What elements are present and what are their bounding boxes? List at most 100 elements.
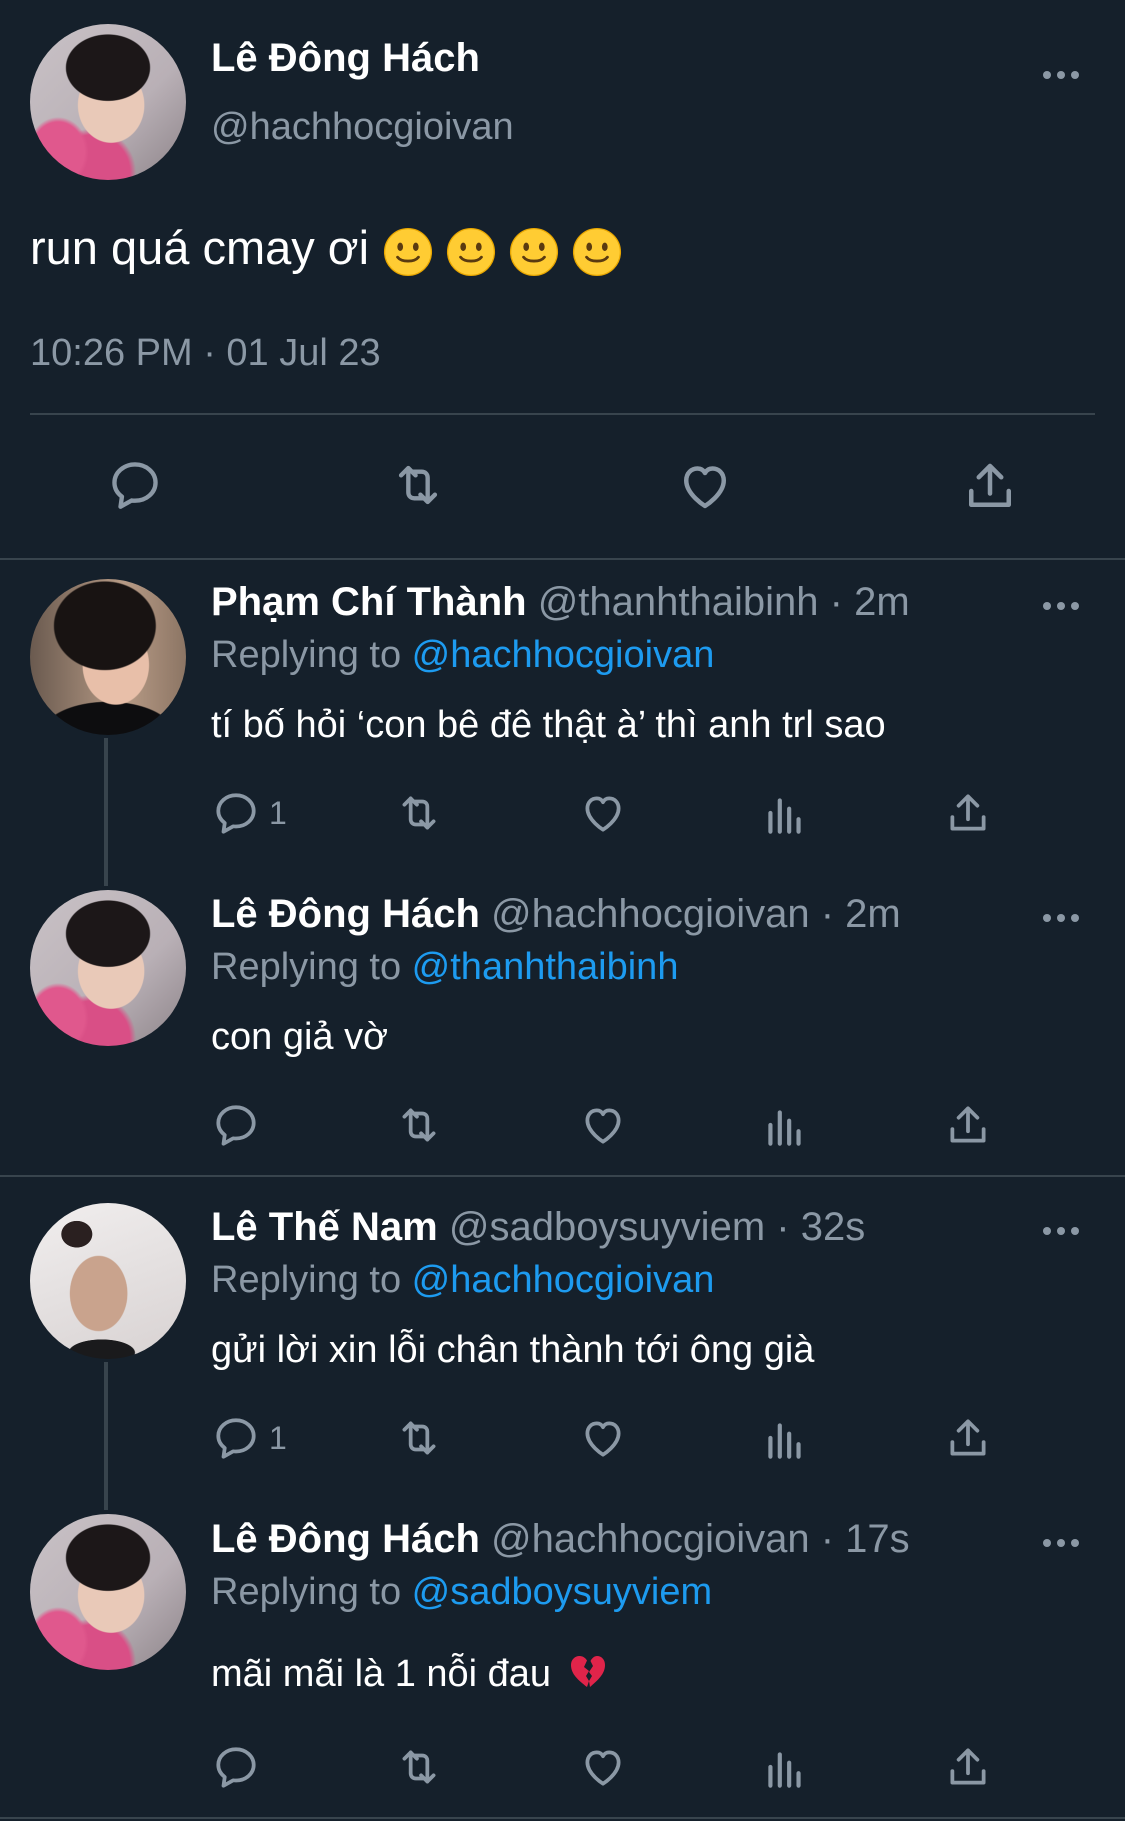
author-name[interactable]: Phạm Chí Thành	[211, 580, 527, 624]
views-icon	[760, 1102, 810, 1152]
reply-icon	[106, 456, 164, 514]
share-icon	[960, 456, 1020, 516]
author-name[interactable]: Lê Đông Hách	[211, 1517, 480, 1561]
avatar[interactable]	[30, 1514, 186, 1670]
reply-icon	[211, 788, 261, 838]
author-handle[interactable]: @hachhocgioivan	[491, 892, 810, 936]
more-icon[interactable]	[1043, 1225, 1083, 1237]
reply-text: gửi lời xin lỗi chân thành tới ông già	[211, 1329, 815, 1371]
author-name[interactable]: Lê Đông Hách	[211, 892, 480, 936]
more-icon[interactable]	[1043, 600, 1083, 612]
views-button[interactable]	[760, 790, 810, 840]
reply-time: · 17s	[820, 1517, 910, 1561]
author-name[interactable]: Lê Thế Nam	[211, 1205, 438, 1249]
smiling-face-emoji-icon	[508, 226, 560, 278]
retweet-button[interactable]	[389, 1413, 449, 1463]
views-icon	[760, 790, 810, 840]
share-button[interactable]	[943, 1413, 993, 1463]
tweet-text: run quá cmay ơi	[30, 220, 623, 278]
retweet-button[interactable]	[383, 456, 453, 514]
divider	[0, 1175, 1125, 1177]
reply-count: 1	[269, 1419, 287, 1456]
mention-link[interactable]: @sadboysuyviem	[412, 1571, 712, 1613]
retweet-button[interactable]	[389, 788, 449, 838]
replying-to: Replying to @hachhocgioivan	[211, 1259, 714, 1302]
retweet-button[interactable]	[389, 1742, 449, 1792]
divider	[0, 558, 1125, 560]
reply-time: · 32s	[776, 1205, 866, 1249]
like-button[interactable]	[675, 456, 735, 516]
author-name[interactable]: Lê Đông Hách	[211, 36, 480, 81]
retweet-button[interactable]	[389, 1100, 449, 1150]
like-button[interactable]	[578, 1742, 628, 1792]
like-button[interactable]	[578, 1413, 628, 1463]
avatar[interactable]	[30, 1203, 186, 1359]
reply-button[interactable]	[211, 1100, 261, 1150]
reply-text-content: mãi mãi là 1 nỗi đau	[211, 1653, 552, 1695]
divider	[0, 1817, 1125, 1819]
more-icon[interactable]	[1043, 69, 1083, 81]
reply-icon	[211, 1100, 261, 1150]
reply-header: Lê Đông Hách @hachhocgioivan · 17s	[211, 1517, 910, 1562]
replying-label: Replying to	[211, 946, 412, 988]
like-icon	[578, 1413, 628, 1463]
author-handle[interactable]: @sadboysuyviem	[449, 1205, 765, 1249]
retweet-icon	[389, 1413, 449, 1463]
replying-label: Replying to	[211, 634, 412, 676]
reply-time: · 2m	[829, 580, 910, 624]
tweet-timestamp[interactable]: 10:26 PM · 01 Jul 23	[30, 332, 381, 375]
reply-button[interactable]	[106, 456, 164, 514]
views-button[interactable]	[760, 1744, 810, 1794]
like-icon	[675, 456, 735, 516]
share-icon	[943, 1413, 993, 1463]
like-icon	[578, 1742, 628, 1792]
mention-link[interactable]: @thanhthaibinh	[412, 946, 679, 988]
like-button[interactable]	[578, 788, 628, 838]
avatar[interactable]	[30, 24, 186, 180]
reply-button[interactable]	[211, 1742, 261, 1792]
views-button[interactable]	[760, 1102, 810, 1152]
author-handle[interactable]: @hachhocgioivan	[211, 106, 514, 149]
like-icon	[578, 1100, 628, 1150]
reply-icon	[211, 1413, 261, 1463]
share-button[interactable]	[943, 1100, 993, 1150]
tweet-text-content: run quá cmay ơi	[30, 221, 370, 274]
reply-text: con giả vờ	[211, 1016, 389, 1058]
like-icon	[578, 788, 628, 838]
retweet-icon	[389, 1742, 449, 1792]
replying-label: Replying to	[211, 1259, 412, 1301]
smiling-face-emoji-icon	[571, 226, 623, 278]
views-button[interactable]	[760, 1415, 810, 1465]
share-icon	[943, 1100, 993, 1150]
share-button[interactable]	[943, 1742, 993, 1792]
divider	[30, 413, 1095, 415]
avatar[interactable]	[30, 579, 186, 735]
reply-header: Lê Thế Nam @sadboysuyviem · 32s	[211, 1205, 865, 1250]
replying-label: Replying to	[211, 1571, 412, 1613]
reply-text: tí bố hỏi ‘con bê đê thật à’ thì anh trl…	[211, 704, 886, 746]
retweet-icon	[389, 1100, 449, 1150]
share-button[interactable]	[943, 788, 993, 838]
reply-header: Phạm Chí Thành @thanhthaibinh · 2m	[211, 580, 910, 625]
share-button[interactable]	[960, 456, 1020, 516]
thread-line	[104, 738, 108, 886]
reply-button[interactable]: 1	[211, 1413, 287, 1463]
mention-link[interactable]: @hachhocgioivan	[412, 634, 715, 676]
replying-to: Replying to @hachhocgioivan	[211, 634, 714, 677]
share-icon	[943, 788, 993, 838]
author-handle[interactable]: @hachhocgioivan	[491, 1517, 810, 1561]
more-icon[interactable]	[1043, 1537, 1083, 1549]
mention-link[interactable]: @hachhocgioivan	[412, 1259, 715, 1301]
like-button[interactable]	[578, 1100, 628, 1150]
replying-to: Replying to @thanhthaibinh	[211, 946, 678, 989]
reply-header: Lê Đông Hách @hachhocgioivan · 2m	[211, 892, 901, 937]
reply-time: · 2m	[820, 892, 901, 936]
views-icon	[760, 1744, 810, 1794]
more-icon[interactable]	[1043, 912, 1083, 924]
thread-line	[104, 1362, 108, 1510]
author-handle[interactable]: @thanhthaibinh	[538, 580, 819, 624]
replying-to: Replying to @sadboysuyviem	[211, 1571, 712, 1614]
avatar[interactable]	[30, 890, 186, 1046]
reply-button[interactable]: 1	[211, 788, 287, 838]
reply-count: 1	[269, 794, 287, 831]
